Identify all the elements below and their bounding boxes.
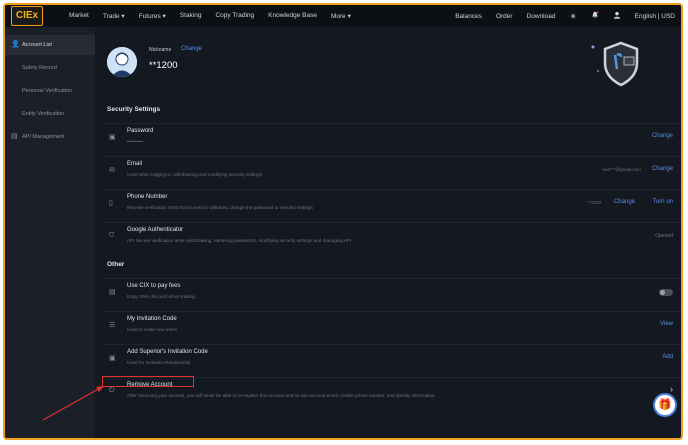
api-icon: ▤ xyxy=(11,133,18,140)
nickname-change-link[interactable]: Change xyxy=(181,46,202,52)
row-desc: Used for Invitation Relationship xyxy=(127,360,191,365)
app-window: CIEx Market Trade ▾ Futures ▾ Staking Co… xyxy=(3,3,683,440)
nav-order[interactable]: Order xyxy=(496,13,513,20)
row-desc: Used to invite new users xyxy=(127,327,178,332)
chevron-right-icon[interactable]: › xyxy=(670,384,673,394)
nav-futures[interactable]: Futures ▾ xyxy=(139,12,166,20)
highlight-box xyxy=(102,376,194,387)
cex-logo[interactable]: CIEx xyxy=(11,6,43,26)
row-title: Phone Number xyxy=(127,194,168,200)
fee-icon: ▤ xyxy=(109,289,116,296)
row-title: Email xyxy=(127,161,143,167)
phone-value: **1200 xyxy=(587,200,601,205)
top-navbar: CIEx Market Trade ▾ Futures ▾ Staking Co… xyxy=(5,5,681,27)
security-row-phone: ▯ Phone Number Receive verification SMS … xyxy=(103,189,681,220)
email-value: eaz***@gmail.com xyxy=(602,167,641,172)
sidebar-item-label: Account List xyxy=(22,42,52,48)
row-desc: After removing your account, you will ne… xyxy=(127,393,436,398)
row-desc: API Secure verification when withdrawing… xyxy=(127,238,352,243)
sidebar-item-personal-verification[interactable]: Personal Verification xyxy=(5,81,95,101)
other-row-superior-code: ▣ Add Superior's Invitation Code Used fo… xyxy=(103,344,681,375)
security-row-password: ▣ Password •••••••••• Change xyxy=(103,123,681,154)
row-desc: Used when logging in, withdrawing and mo… xyxy=(127,172,262,177)
language-currency[interactable]: English | USD xyxy=(635,13,675,20)
password-change-link[interactable]: Change xyxy=(652,133,673,139)
superior-code-add-link[interactable]: Add xyxy=(662,354,673,360)
row-title: Google Authenticator xyxy=(127,227,184,233)
row-desc: •••••••••• xyxy=(127,139,144,144)
other-row-cix-fees: ▤ Use CIX to pay fees Enjoy 35% discount… xyxy=(103,278,681,309)
theme-sun-icon[interactable]: ☀ xyxy=(569,12,576,21)
row-title: Add Superior's Invitation Code xyxy=(127,349,208,355)
sidebar-item-label: Personal Verification xyxy=(22,88,73,94)
sidebar-item-label: Entity Verification xyxy=(22,111,65,117)
power-icon: ⏻ xyxy=(109,387,115,394)
email-icon: ✉ xyxy=(109,167,115,174)
cix-fee-toggle[interactable] xyxy=(659,289,673,296)
sidebar-item-api-management[interactable]: ▤ API Management xyxy=(5,127,95,147)
nav-right: Balances Order Download ☀ English | USD xyxy=(441,5,675,27)
google-auth-status: Opened xyxy=(655,233,673,239)
security-row-google-authenticator: ⛉ Google Authenticator API Secure verifi… xyxy=(103,222,681,253)
lock-icon: ▣ xyxy=(109,134,116,141)
avatar[interactable] xyxy=(107,47,137,77)
nav-main: Market Trade ▾ Futures ▾ Staking Copy Tr… xyxy=(69,12,365,20)
row-title: Password xyxy=(127,128,154,134)
phone-turn-on-link[interactable]: Turn on xyxy=(653,199,673,205)
security-shield-icon xyxy=(587,39,647,89)
list-icon: ☰ xyxy=(109,322,116,329)
nav-copy-trading[interactable]: Copy Trading xyxy=(215,12,254,20)
notification-bell-icon[interactable] xyxy=(591,11,599,21)
invitation-view-link[interactable]: View xyxy=(660,321,673,327)
sidebar-item-account-list[interactable]: 👤 Account List xyxy=(5,35,95,55)
shield-icon: ⛉ xyxy=(109,232,115,239)
sidebar: 👤 Account List Safety Record Personal Ve… xyxy=(5,27,95,438)
email-change-link[interactable]: Change xyxy=(652,166,673,172)
sidebar-item-label: API Management xyxy=(22,134,65,140)
nav-staking[interactable]: Staking xyxy=(180,12,202,20)
row-title: Use CIX to pay fees xyxy=(127,283,181,289)
user-add-icon: ▣ xyxy=(109,355,116,362)
nav-more[interactable]: More ▾ xyxy=(331,12,351,20)
sidebar-item-safety-record[interactable]: Safety Record xyxy=(5,58,95,78)
sidebar-item-entity-verification[interactable]: Entity Verification xyxy=(5,104,95,124)
security-row-email: ✉ Email Used when logging in, withdrawin… xyxy=(103,156,681,187)
row-title: My Invitation Code xyxy=(127,316,177,322)
other-row-invitation-code: ☰ My Invitation Code Used to invite new … xyxy=(103,311,681,342)
annotation-arrow-icon xyxy=(42,386,104,421)
user-icon: 👤 xyxy=(11,41,20,48)
phone-icon: ▯ xyxy=(109,200,113,207)
security-settings-title: Security Settings xyxy=(107,106,161,113)
other-title: Other xyxy=(107,261,125,268)
user-id: **1200 xyxy=(149,60,178,71)
phone-change-link[interactable]: Change xyxy=(614,199,635,205)
row-desc: Enjoy 35% discount when trading xyxy=(127,294,195,299)
sidebar-item-label: Safety Record xyxy=(22,65,57,71)
nav-balances[interactable]: Balances xyxy=(455,13,482,20)
nav-knowledge-base[interactable]: Knowledge Base xyxy=(268,12,317,20)
nav-trade[interactable]: Trade ▾ xyxy=(103,12,125,20)
row-desc: Receive verification SMS that is used to… xyxy=(127,205,313,210)
nav-download[interactable]: Download xyxy=(527,13,556,20)
nav-market[interactable]: Market xyxy=(69,12,89,20)
user-icon[interactable] xyxy=(613,11,621,21)
nickname-label: Nickname xyxy=(149,47,172,53)
gift-icon[interactable]: 🎁 xyxy=(653,393,677,417)
